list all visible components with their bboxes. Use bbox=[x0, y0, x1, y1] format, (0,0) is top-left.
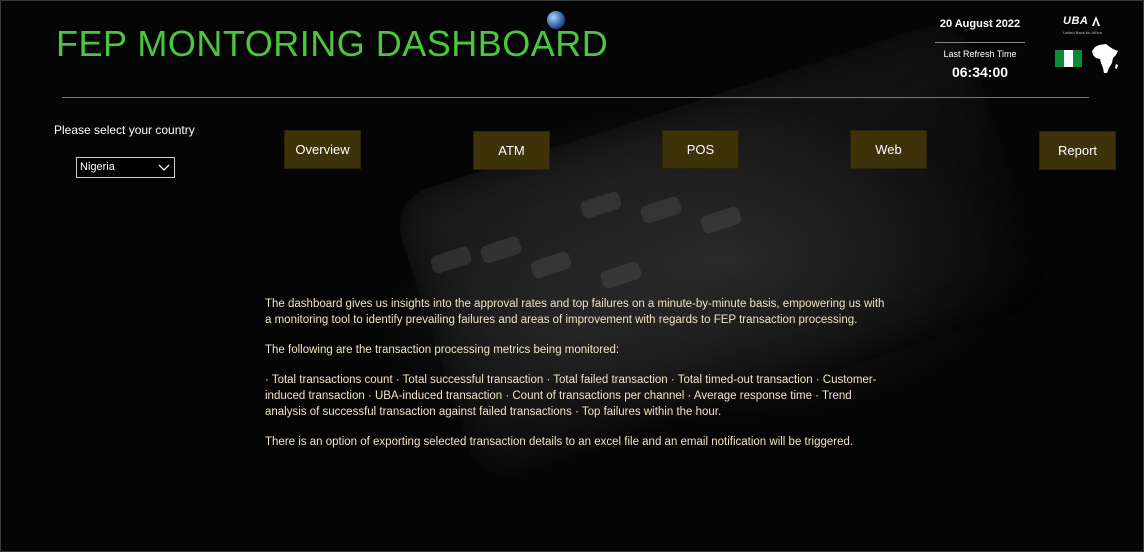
page-title: FEP MONTORING DASHBOARD bbox=[56, 23, 609, 64]
refresh-time: 06:34:00 bbox=[951, 64, 1009, 80]
nigeria-flag-icon bbox=[1055, 50, 1082, 67]
globe-icon bbox=[547, 11, 565, 29]
header-divider bbox=[62, 97, 1089, 98]
report-button[interactable]: Report bbox=[1039, 131, 1116, 170]
uba-logo-mark-icon bbox=[1092, 16, 1100, 26]
overview-button[interactable]: Overview bbox=[284, 130, 361, 169]
uba-tagline: United Bank for Africa bbox=[1063, 30, 1102, 35]
country-select-label: Please select your country bbox=[54, 123, 195, 137]
report-date: 20 August 2022 bbox=[939, 18, 1021, 30]
description-export-note: There is an option of exporting selected… bbox=[265, 436, 854, 448]
dashboard-description: The dashboard gives us insights into the… bbox=[265, 296, 885, 464]
atm-button[interactable]: ATM bbox=[473, 131, 550, 170]
chevron-down-icon bbox=[158, 164, 170, 171]
country-select-value: Nigeria bbox=[80, 161, 115, 173]
description-metrics-list: · Total transactions count · Total succe… bbox=[265, 374, 877, 418]
pos-button[interactable]: POS bbox=[662, 130, 739, 169]
refresh-label: Last Refresh Time bbox=[943, 49, 1017, 59]
date-divider bbox=[935, 42, 1025, 43]
description-metrics-heading: The following are the transaction proces… bbox=[265, 344, 620, 356]
africa-map-icon bbox=[1092, 44, 1118, 73]
web-button[interactable]: Web bbox=[850, 130, 927, 169]
description-intro: The dashboard gives us insights into the… bbox=[265, 298, 885, 326]
uba-logo: UBA bbox=[1063, 15, 1089, 27]
dashboard-frame: FEP MONTORING DASHBOARD 20 August 2022 L… bbox=[0, 0, 1144, 552]
country-select[interactable]: Nigeria bbox=[76, 157, 175, 178]
